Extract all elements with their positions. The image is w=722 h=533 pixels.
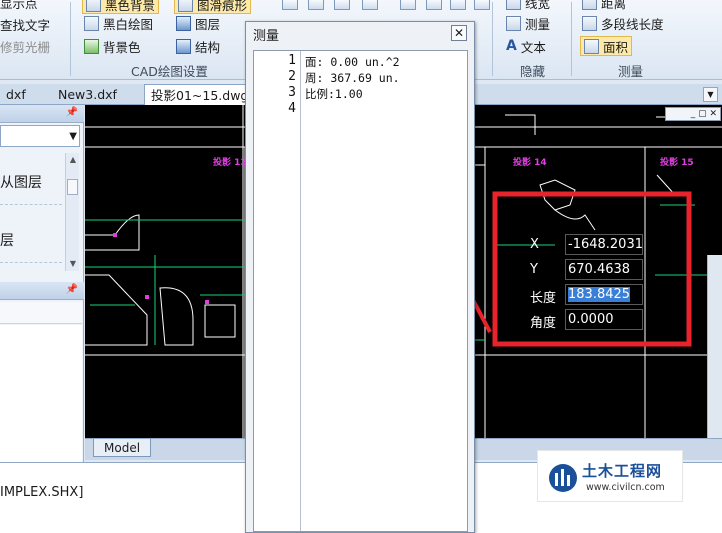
tab-model[interactable]: Model (93, 439, 152, 457)
watermark-title: 土木工程网 (582, 462, 663, 480)
line-number: 3 (288, 85, 296, 100)
measure-dialog-title: 测量 (253, 29, 280, 44)
line-number: 1 (288, 53, 296, 68)
highlight-box (492, 191, 692, 347)
watermark-url: www.civilcn.com (586, 482, 665, 493)
civil-logo-icon (549, 464, 577, 492)
canvas-vertical-scrollbar[interactable] (707, 255, 722, 438)
scale-result-line: 比例:1.00 (305, 87, 363, 101)
command-history-text: IMPLEX.SHX] (0, 485, 84, 500)
watermark-logo: 土木工程网 www.civilcn.com (537, 450, 683, 502)
line-number: 4 (288, 101, 296, 116)
area-result-line: 面: 0.00 un.^2 (305, 55, 400, 69)
perimeter-result-line: 周: 367.69 un. (305, 71, 400, 85)
measure-results-editor[interactable]: 1 2 3 4 面: 0.00 un.^2 周: 367.69 un. 比例:1… (253, 50, 468, 532)
line-number: 2 (288, 69, 296, 84)
close-icon[interactable]: ✕ (451, 25, 467, 41)
measure-dialog: 测量 ✕ 1 2 3 4 面: 0.00 un.^2 周: 367.69 un.… (245, 21, 475, 533)
line-number-gutter: 1 2 3 4 (254, 51, 301, 531)
